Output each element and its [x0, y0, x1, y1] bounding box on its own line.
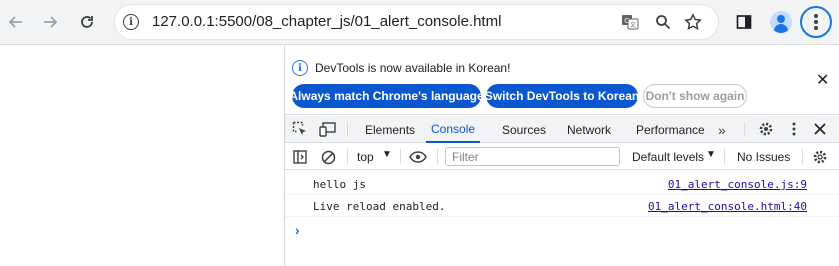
toolbar-separator	[437, 149, 438, 164]
devtools-panel: i DevTools is now available in Korean! ✕…	[284, 46, 839, 266]
console-message: hello js 01_alert_console.js:9	[285, 173, 839, 195]
more-tabs-icon[interactable]: »	[718, 116, 726, 143]
back-button[interactable]	[4, 10, 28, 34]
sidebar-toggle-icon[interactable]	[291, 148, 309, 166]
arrow-left-icon	[8, 16, 22, 28]
toolbar-separator	[400, 149, 401, 164]
page-content	[0, 46, 284, 266]
dont-show-again-button[interactable]: Don't show again	[643, 84, 747, 108]
console-message-text: Live reload enabled.	[313, 200, 446, 213]
svg-text:文: 文	[630, 21, 636, 29]
log-levels-dropdown[interactable]: Default levels	[632, 150, 704, 164]
reload-icon	[81, 16, 93, 28]
clear-console-icon[interactable]	[319, 148, 337, 166]
chevron-down-icon[interactable]: ▼	[706, 149, 716, 160]
toolbar-separator	[802, 149, 803, 164]
profile-icon[interactable]	[770, 11, 792, 33]
console-prompt-icon[interactable]: ›	[295, 222, 300, 238]
translate-icon[interactable]: G文	[620, 12, 640, 32]
issues-counter[interactable]: No Issues	[737, 150, 790, 164]
forward-button[interactable]	[38, 10, 62, 34]
always-match-language-button[interactable]: Always match Chrome's language	[289, 84, 484, 108]
info-icon: i	[292, 60, 308, 76]
language-infobar: i DevTools is now available in Korean! ✕…	[285, 46, 839, 115]
arrow-right-icon	[44, 16, 58, 28]
filter-input[interactable]: Filter	[445, 147, 620, 166]
switch-to-korean-button[interactable]: Switch DevTools to Korean	[485, 84, 639, 108]
close-devtools-icon[interactable]	[811, 120, 829, 138]
eye-icon[interactable]	[409, 148, 427, 166]
console-output: hello js 01_alert_console.js:9 Live relo…	[285, 171, 839, 266]
chevron-down-icon[interactable]: ▼	[382, 149, 392, 160]
toolbar-separator	[347, 149, 348, 164]
url-text[interactable]: 127.0.0.1:5500/08_chapter_js/01_alert_co…	[152, 13, 501, 30]
tab-separator	[347, 122, 348, 137]
address-bar[interactable]: i 127.0.0.1:5500/08_chapter_js/01_alert_…	[115, 5, 718, 39]
tab-elements[interactable]: Elements	[365, 116, 415, 143]
kebab-menu-icon[interactable]	[800, 6, 832, 38]
tab-performance[interactable]: Performance	[636, 116, 705, 143]
tab-sources[interactable]: Sources	[502, 116, 546, 143]
inspect-element-icon[interactable]	[291, 120, 309, 138]
context-selector[interactable]: top	[357, 150, 374, 164]
zoom-icon[interactable]	[653, 12, 673, 32]
toolbar-separator	[724, 149, 725, 164]
browser-toolbar: i 127.0.0.1:5500/08_chapter_js/01_alert_…	[0, 0, 839, 45]
device-toolbar-icon[interactable]	[319, 120, 337, 138]
console-settings-gear-icon[interactable]	[811, 148, 829, 166]
devtools-tabbar: Elements Console Sources Network Perform…	[285, 116, 839, 143]
console-message-source-link[interactable]: 01_alert_console.js:9	[668, 178, 807, 191]
settings-gear-icon[interactable]	[757, 120, 775, 138]
star-icon[interactable]	[683, 12, 703, 32]
console-message: Live reload enabled. 01_alert_console.ht…	[285, 195, 839, 217]
tab-separator	[744, 122, 745, 137]
infobar-message: DevTools is now available in Korean!	[315, 61, 511, 75]
tab-console[interactable]: Console	[426, 116, 481, 143]
tab-network[interactable]: Network	[567, 116, 611, 143]
devtools-menu-icon[interactable]	[785, 120, 803, 138]
side-panel-icon[interactable]	[732, 10, 756, 34]
close-icon[interactable]: ✕	[816, 70, 829, 90]
reload-button[interactable]	[75, 10, 99, 34]
console-toolbar: top ▼ Filter Default levels ▼ No Issues	[285, 144, 839, 170]
console-message-source-link[interactable]: 01_alert_console.html:40	[648, 200, 807, 213]
info-icon[interactable]: i	[123, 14, 139, 30]
console-message-text: hello js	[313, 178, 366, 191]
